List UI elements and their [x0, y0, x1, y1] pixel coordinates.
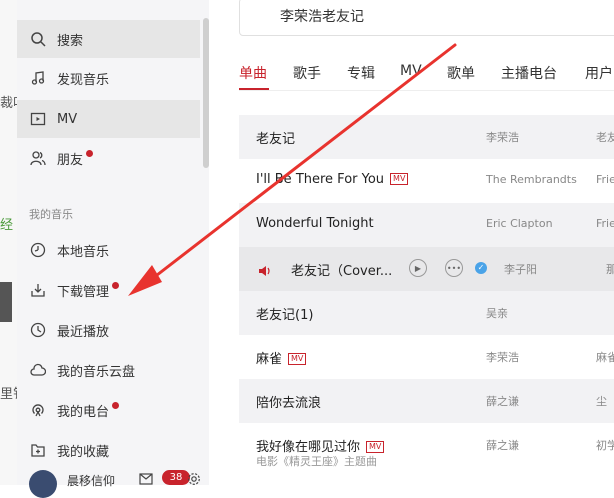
tab-mv[interactable]: MV — [400, 63, 422, 79]
tab-divider — [239, 90, 614, 91]
song-artist[interactable]: 李荣浩 — [486, 349, 519, 365]
sidebar-item-local-music[interactable]: 本地音乐 — [17, 231, 200, 269]
notification-dot — [112, 281, 120, 289]
song-album[interactable]: Frie — [596, 173, 614, 186]
background-text: 经 — [0, 218, 14, 233]
background-text: 裁卟 — [0, 96, 17, 111]
tab-playlists[interactable]: 歌单 — [447, 63, 475, 83]
background-text: 里钅 — [0, 387, 17, 402]
cloud-icon — [29, 361, 47, 379]
song-title-text: I'll Be There For You — [256, 172, 385, 187]
song-subtitle: 电影《精灵王座》主题曲 — [256, 455, 377, 468]
more-options-icon[interactable]: ••• — [445, 259, 463, 277]
song-row[interactable]: Wonderful Tonight Eric Clapton Frie — [239, 203, 614, 247]
main-panel: 李荣浩老友记 单曲 歌手 专辑 MV 歌单 主播电台 用户 老友记 李荣浩 老友… — [209, 0, 614, 485]
sidebar-item-cloud[interactable]: 我的音乐云盘 — [17, 351, 200, 389]
song-artist[interactable]: 李荣浩 — [486, 129, 519, 145]
settings-gear-icon[interactable] — [187, 471, 201, 490]
mv-badge[interactable]: MV — [288, 353, 307, 365]
song-artist[interactable]: 李子阳 — [504, 261, 537, 277]
sidebar-item-label: 朋友 — [57, 152, 84, 168]
search-input[interactable]: 李荣浩老友记 — [239, 0, 614, 36]
search-icon — [29, 30, 47, 48]
sidebar-item-label: 下载管理 — [57, 284, 110, 300]
song-row[interactable]: 我好像在哪见过你 MV 电影《精灵王座》主题曲 薛之谦 初学 — [239, 423, 614, 485]
song-title: 老友记(1) — [256, 308, 314, 323]
sidebar-item-label: 搜索 — [57, 33, 84, 49]
song-album[interactable]: 那 — [606, 261, 614, 277]
mail-icon[interactable] — [139, 470, 153, 489]
notification-dot — [86, 149, 94, 157]
song-row[interactable]: 陪你去流浪 薛之谦 尘 — [239, 379, 614, 423]
song-title-text: 麻雀 — [256, 352, 283, 367]
verified-icon: ✓ — [475, 262, 487, 274]
section-label-my-music: 我的音乐 — [29, 208, 73, 221]
song-title: I'll Be There For You MV — [256, 172, 409, 187]
song-title: 陪你去流浪 — [256, 396, 322, 411]
username[interactable]: 晨移信仰 — [67, 472, 115, 489]
song-row[interactable]: 老友记(1) 吴亲 — [239, 291, 614, 335]
sidebar-item-search[interactable]: 搜索 — [17, 20, 200, 58]
tab-radio[interactable]: 主播电台 — [501, 63, 557, 83]
sidebar-item-label: 本地音乐 — [57, 244, 110, 260]
music-note-icon — [29, 69, 47, 87]
song-artist[interactable]: 吴亲 — [486, 305, 508, 321]
sidebar-item-radio[interactable]: 我的电台 — [17, 391, 200, 429]
notification-dot — [112, 401, 120, 409]
sidebar-item-friends[interactable]: 朋友 — [17, 139, 200, 177]
mv-badge[interactable]: MV — [366, 441, 385, 453]
song-row-playing[interactable]: 老友记（Cover... ▶ ••• ✓ 李子阳 那 — [239, 247, 614, 291]
sidebar-item-downloads[interactable]: 下载管理 — [17, 271, 200, 309]
play-icon[interactable]: ▶ — [409, 259, 427, 277]
search-query-text: 李荣浩老友记 — [280, 9, 364, 25]
mv-badge[interactable]: MV — [390, 173, 409, 185]
message-count-badge: 38 — [162, 470, 190, 485]
song-artist[interactable]: Eric Clapton — [486, 217, 553, 230]
sidebar-item-label: 发现音乐 — [57, 72, 110, 88]
song-row[interactable]: I'll Be There For You MV The Rembrandts F… — [239, 159, 614, 203]
song-artist[interactable]: The Rembrandts — [486, 173, 577, 186]
friends-icon — [29, 149, 47, 167]
sidebar-item-label: 我的收藏 — [57, 444, 110, 460]
tab-albums[interactable]: 专辑 — [347, 63, 375, 83]
song-row[interactable]: 老友记 李荣浩 老友 — [239, 115, 614, 159]
tab-users[interactable]: 用户 — [585, 63, 613, 83]
avatar[interactable] — [29, 470, 57, 498]
sidebar-item-mv[interactable]: MV — [17, 100, 200, 138]
song-title: 麻雀 MV — [256, 348, 307, 367]
song-title: 老友记（Cover... — [291, 264, 393, 279]
sidebar-item-recent[interactable]: 最近播放 — [17, 311, 200, 349]
sidebar-item-label: 我的音乐云盘 — [57, 364, 136, 380]
clock-icon — [29, 321, 47, 339]
tab-songs[interactable]: 单曲 — [239, 63, 267, 83]
song-row[interactable]: 麻雀 MV 李荣浩 麻雀 — [239, 335, 614, 379]
local-music-icon — [29, 241, 47, 259]
background-image — [0, 282, 12, 322]
tab-artists[interactable]: 歌手 — [293, 63, 321, 83]
song-album[interactable]: 老友 — [596, 129, 614, 145]
song-album[interactable]: 麻雀 — [596, 349, 614, 365]
sidebar-item-collection[interactable]: 我的收藏 — [17, 431, 200, 469]
radio-icon — [29, 401, 47, 419]
video-icon — [29, 110, 47, 128]
song-artist[interactable]: 薛之谦 — [486, 393, 519, 409]
sidebar: 搜索 发现音乐 MV 朋友 我的音乐 本地音乐 下载管理 最近播放 我的音乐云盘… — [17, 0, 210, 498]
song-album[interactable]: 初学 — [596, 437, 614, 453]
collection-icon — [29, 441, 47, 459]
song-artist[interactable]: 薛之谦 — [486, 437, 519, 453]
song-album[interactable]: Frie — [596, 217, 614, 230]
song-title: Wonderful Tonight — [256, 216, 374, 231]
sidebar-item-label: 我的电台 — [57, 404, 110, 420]
sidebar-item-discover[interactable]: 发现音乐 — [17, 59, 200, 97]
song-album[interactable]: 尘 — [596, 393, 607, 409]
speaker-icon — [258, 262, 272, 281]
download-icon — [29, 281, 47, 299]
background-page-strip: 裁卟 经 里钅 — [0, 0, 18, 485]
song-title: 老友记 — [256, 132, 296, 147]
sidebar-item-label: MV — [57, 111, 78, 127]
sidebar-item-label: 最近播放 — [57, 324, 110, 340]
